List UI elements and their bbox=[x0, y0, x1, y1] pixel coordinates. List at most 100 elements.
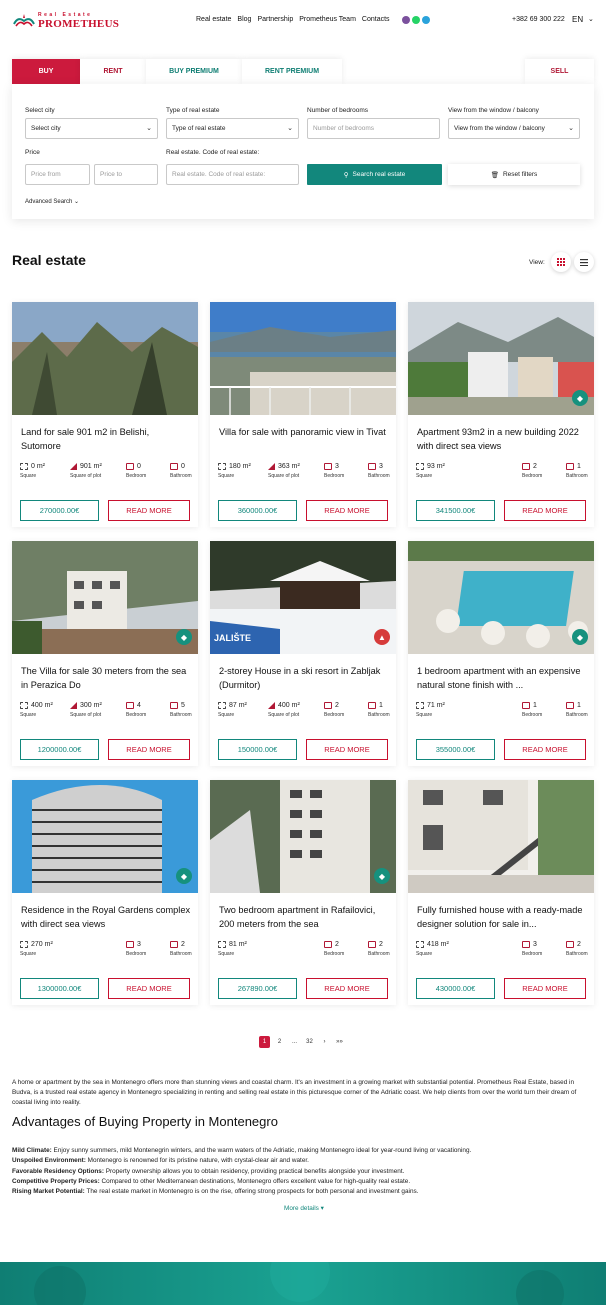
search-button[interactable]: ⚲ Search real estate bbox=[307, 164, 442, 185]
spec-label: Bathroom bbox=[566, 951, 588, 957]
logo[interactable]: Real Estate PROMETHEUS bbox=[12, 10, 119, 32]
spec-label: Bedroom bbox=[126, 473, 147, 479]
price-button[interactable]: 150000.00€ bbox=[218, 739, 297, 760]
tab-buy-premium[interactable]: BUY PREMIUM bbox=[146, 59, 242, 84]
reset-filters-button[interactable]: 🗑 Reset filters bbox=[448, 164, 580, 185]
whatsapp-icon[interactable] bbox=[412, 16, 420, 24]
page-current[interactable]: 1 bbox=[259, 1036, 270, 1048]
price-button[interactable]: 270000.00€ bbox=[20, 500, 99, 521]
tab-sell[interactable]: SELL bbox=[525, 59, 594, 84]
price-button[interactable]: 430000.00€ bbox=[416, 978, 495, 999]
listing-card[interactable]: ◆ Residence in the Royal Gardens complex… bbox=[12, 780, 198, 1005]
read-more-button[interactable]: READ MORE bbox=[108, 978, 190, 999]
listing-specs: 93 m² Square 2 Bedroom 1 Bathroom bbox=[416, 463, 588, 485]
price-button[interactable]: 1300000.00€ bbox=[20, 978, 99, 999]
code-input[interactable]: Real estate. Code of real estate: bbox=[166, 164, 299, 185]
listing-title[interactable]: 2-storey House in a ski resort in Zablja… bbox=[219, 664, 389, 692]
advanced-search-toggle[interactable]: Advanced Search ⌄ bbox=[25, 198, 79, 205]
listing-title[interactable]: The Villa for sale 30 meters from the se… bbox=[21, 664, 191, 692]
bedroom-icon bbox=[126, 702, 134, 709]
listing-photo[interactable] bbox=[12, 780, 198, 893]
square-icon bbox=[20, 463, 28, 470]
bedrooms-input[interactable]: Number of bedrooms bbox=[307, 118, 440, 139]
last-page-arrow[interactable]: »» bbox=[334, 1036, 345, 1048]
price-button[interactable]: 360000.00€ bbox=[218, 500, 297, 521]
tab-rent[interactable]: RENT bbox=[80, 59, 146, 84]
listing-card[interactable]: ◆ Two bedroom apartment in Rafailovici, … bbox=[210, 780, 396, 1005]
tab-rent-premium[interactable]: RENT PREMIUM bbox=[242, 59, 342, 84]
city-select[interactable]: Select city ⌄ bbox=[25, 118, 158, 139]
list-view-button[interactable] bbox=[574, 252, 594, 272]
read-more-button[interactable]: READ MORE bbox=[108, 500, 190, 521]
bathroom-icon bbox=[566, 463, 574, 470]
telegram-icon[interactable] bbox=[422, 16, 430, 24]
listing-photo[interactable] bbox=[408, 302, 594, 415]
price-from-input[interactable]: Price from bbox=[25, 164, 90, 185]
listing-card[interactable]: ◆ Apartment 93m2 in a new building 2022 … bbox=[408, 302, 594, 527]
read-more-button[interactable]: READ MORE bbox=[504, 500, 586, 521]
read-more-button[interactable]: READ MORE bbox=[306, 739, 388, 760]
svg-text:JALIŠTE: JALIŠTE bbox=[214, 632, 251, 643]
tab-buy[interactable]: BUY bbox=[12, 59, 80, 84]
price-button[interactable]: 1200000.00€ bbox=[20, 739, 99, 760]
spec-value: 0 bbox=[181, 463, 185, 470]
read-more-button[interactable]: READ MORE bbox=[306, 978, 388, 999]
listing-photo[interactable] bbox=[12, 541, 198, 654]
nav-real-estate[interactable]: Real estate bbox=[196, 16, 231, 23]
listing-title[interactable]: Two bedroom apartment in Rafailovici, 20… bbox=[219, 903, 389, 931]
search-icon: ⚲ bbox=[343, 171, 349, 179]
listing-title[interactable]: Villa for sale with panoramic view in Ti… bbox=[219, 425, 389, 453]
read-more-button[interactable]: READ MORE bbox=[504, 978, 586, 999]
more-details-link[interactable]: More details ▾ bbox=[284, 1204, 324, 1212]
spec-value: 270 m² bbox=[31, 941, 53, 948]
spec-value: 71 m² bbox=[427, 702, 445, 709]
listing-card[interactable]: JALIŠTE ▲ 2-storey House in a ski resort… bbox=[210, 541, 396, 766]
chevron-down-icon[interactable]: ⌄ bbox=[588, 15, 594, 23]
spec-label: Square of plot bbox=[70, 712, 102, 718]
price-to-input[interactable]: Price to bbox=[94, 164, 158, 185]
nav-contacts[interactable]: Contacts bbox=[362, 16, 390, 23]
listing-card[interactable]: Land for sale 901 m2 in Belishi, Sutomor… bbox=[12, 302, 198, 527]
type-select[interactable]: Type of real estate ⌄ bbox=[166, 118, 299, 139]
read-more-button[interactable]: READ MORE bbox=[504, 739, 586, 760]
listing-card[interactable]: Fully furnished house with a ready-made … bbox=[408, 780, 594, 1005]
view-select[interactable]: View from the window / balcony ⌄ bbox=[448, 118, 580, 139]
phone-number[interactable]: +382 69 300 222 bbox=[512, 16, 565, 23]
code-label: Real estate. Code of real estate: bbox=[166, 149, 260, 156]
price-button[interactable]: 267890.00€ bbox=[218, 978, 297, 999]
listing-photo[interactable] bbox=[408, 541, 594, 654]
bathroom-icon bbox=[170, 702, 178, 709]
read-more-button[interactable]: READ MORE bbox=[306, 500, 388, 521]
spec-value: 901 m² bbox=[80, 463, 102, 470]
next-page-arrow[interactable]: › bbox=[319, 1036, 330, 1048]
listing-photo[interactable] bbox=[12, 302, 198, 415]
spec-bedroom: 2 Bedroom bbox=[324, 941, 344, 957]
spec-label: Bedroom bbox=[126, 951, 147, 957]
listing-photo[interactable] bbox=[210, 302, 396, 415]
listing-title[interactable]: Apartment 93m2 in a new building 2022 wi… bbox=[417, 425, 587, 453]
language-selector[interactable]: EN bbox=[572, 15, 583, 24]
listing-title[interactable]: Fully furnished house with a ready-made … bbox=[417, 903, 587, 931]
price-button[interactable]: 341500.00€ bbox=[416, 500, 495, 521]
price-button[interactable]: 355000.00€ bbox=[416, 739, 495, 760]
listing-photo[interactable] bbox=[408, 780, 594, 893]
nav-blog[interactable]: Blog bbox=[237, 16, 251, 23]
listing-card[interactable]: ◆ The Villa for sale 30 meters from the … bbox=[12, 541, 198, 766]
spec-bedroom: 0 Bedroom bbox=[126, 463, 146, 479]
read-more-button[interactable]: READ MORE bbox=[108, 739, 190, 760]
nav-partnership[interactable]: Partnership bbox=[257, 16, 293, 23]
page-link[interactable]: 2 bbox=[274, 1036, 285, 1048]
grid-view-button[interactable] bbox=[551, 252, 571, 272]
nav-team[interactable]: Prometheus Team bbox=[299, 16, 356, 23]
page-last[interactable]: 32 bbox=[304, 1036, 315, 1048]
listing-card[interactable]: Villa for sale with panoramic view in Ti… bbox=[210, 302, 396, 527]
listing-title[interactable]: Residence in the Royal Gardens complex w… bbox=[21, 903, 191, 931]
spec-plot: 300 m² Square of plot bbox=[70, 702, 102, 718]
listing-photo[interactable]: JALIŠTE bbox=[210, 541, 396, 654]
spec-value: 2 bbox=[335, 941, 339, 948]
viber-icon[interactable] bbox=[402, 16, 410, 24]
listing-title[interactable]: 1 bedroom apartment with an expensive na… bbox=[417, 664, 587, 692]
listing-title[interactable]: Land for sale 901 m2 in Belishi, Sutomor… bbox=[21, 425, 191, 453]
listing-card[interactable]: ◆ 1 bedroom apartment with an expensive … bbox=[408, 541, 594, 766]
listing-photo[interactable] bbox=[210, 780, 396, 893]
